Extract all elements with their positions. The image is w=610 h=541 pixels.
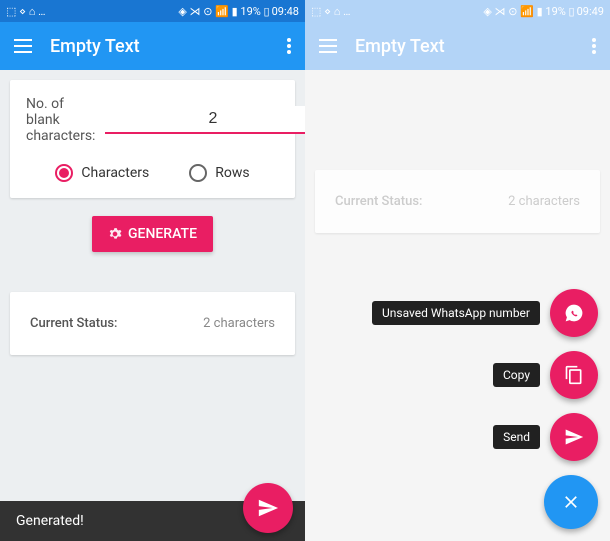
- status-card: Current Status: 2 characters: [315, 170, 600, 233]
- screenshot-right: ⬚ ⋄ ⌂ … ◈ ⋊ ⊙ 📶 ▮ 19% ▯ 09:49 Empty Text…: [305, 0, 610, 541]
- send-label: Send: [493, 425, 540, 449]
- close-fab[interactable]: [544, 475, 598, 529]
- whatsapp-label: Unsaved WhatsApp number: [372, 301, 540, 325]
- action-send[interactable]: Send: [493, 413, 598, 461]
- menu-icon[interactable]: [319, 39, 337, 53]
- gear-icon: [108, 227, 122, 241]
- menu-icon[interactable]: [14, 39, 32, 53]
- appbar: Empty Text: [305, 22, 610, 70]
- status-value: 2 characters: [203, 316, 275, 331]
- send-icon: [564, 427, 584, 447]
- action-close[interactable]: [544, 475, 598, 529]
- action-copy[interactable]: Copy: [493, 351, 598, 399]
- radio-characters-label: Characters: [81, 165, 149, 181]
- statusbar-time: 09:48: [272, 5, 299, 18]
- content: Current Status: 2 characters: [305, 160, 610, 251]
- statusbar-right: ◈ ⋊ ⊙ 📶 ▮ 19% ▯ 09:48: [178, 5, 299, 18]
- blank-count-label: No. of blank characters:: [26, 96, 95, 144]
- whatsapp-icon: [564, 303, 584, 323]
- statusbar-time: 09:49: [577, 5, 604, 18]
- speed-dial: Unsaved WhatsApp number Copy Send: [372, 289, 598, 529]
- statusbar-indicators: ◈ ⋊ ⊙ 📶 ▮ 19% ▯: [178, 5, 269, 18]
- send-action-fab[interactable]: [550, 413, 598, 461]
- radio-group: Characters Rows: [26, 164, 279, 182]
- more-icon[interactable]: [592, 38, 596, 54]
- close-icon: [561, 492, 581, 512]
- action-whatsapp[interactable]: Unsaved WhatsApp number: [372, 289, 598, 337]
- blank-count-input[interactable]: [105, 106, 305, 134]
- copy-icon: [564, 365, 584, 385]
- copy-fab[interactable]: [550, 351, 598, 399]
- more-icon[interactable]: [287, 38, 291, 54]
- generate-button[interactable]: GENERATE: [92, 216, 213, 252]
- generate-label: GENERATE: [128, 226, 197, 242]
- send-fab[interactable]: [243, 483, 293, 533]
- radio-rows-label: Rows: [215, 165, 249, 181]
- input-card: No. of blank characters: Characters Rows: [10, 80, 295, 198]
- statusbar-left-icons: ⬚ ⋄ ⌂ …: [311, 5, 350, 18]
- status-label: Current Status:: [30, 316, 117, 331]
- copy-label: Copy: [493, 363, 540, 387]
- statusbar: ⬚ ⋄ ⌂ … ◈ ⋊ ⊙ 📶 ▮ 19% ▯ 09:48: [0, 0, 305, 22]
- radio-characters[interactable]: Characters: [55, 164, 149, 182]
- radio-icon: [189, 164, 207, 182]
- radio-rows[interactable]: Rows: [189, 164, 249, 182]
- status-label: Current Status:: [335, 194, 422, 209]
- screenshot-left: ⬚ ⋄ ⌂ … ◈ ⋊ ⊙ 📶 ▮ 19% ▯ 09:48 Empty Text…: [0, 0, 305, 541]
- whatsapp-fab[interactable]: [550, 289, 598, 337]
- app-title: Empty Text: [50, 36, 269, 57]
- statusbar-right: ◈ ⋊ ⊙ 📶 ▮ 19% ▯ 09:49: [483, 5, 604, 18]
- app-title: Empty Text: [355, 36, 574, 57]
- statusbar: ⬚ ⋄ ⌂ … ◈ ⋊ ⊙ 📶 ▮ 19% ▯ 09:49: [305, 0, 610, 22]
- status-value: 2 characters: [508, 194, 580, 209]
- toast-text: Generated!: [16, 513, 84, 529]
- send-icon: [257, 497, 279, 519]
- status-card: Current Status: 2 characters: [10, 292, 295, 355]
- statusbar-indicators: ◈ ⋊ ⊙ 📶 ▮ 19% ▯: [483, 5, 574, 18]
- statusbar-left-icons: ⬚ ⋄ ⌂ …: [6, 5, 45, 18]
- radio-icon: [55, 164, 73, 182]
- content: No. of blank characters: Characters Rows: [0, 70, 305, 373]
- appbar: Empty Text: [0, 22, 305, 70]
